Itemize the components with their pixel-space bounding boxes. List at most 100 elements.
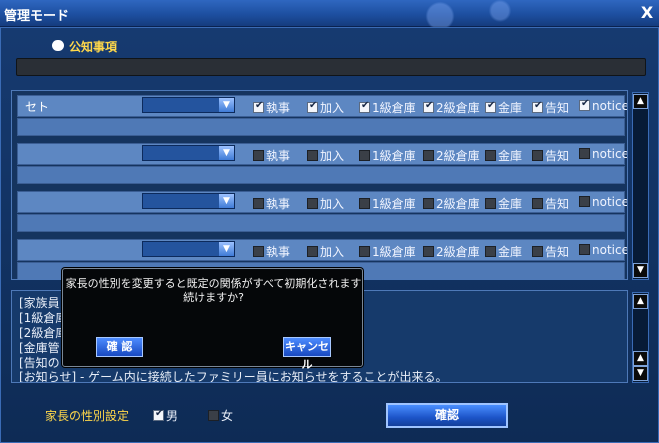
permission-checkbox[interactable]: [359, 198, 370, 209]
permission-option[interactable]: 告知: [532, 99, 569, 116]
permission-label: notice: [592, 195, 628, 209]
permission-option[interactable]: 1級倉庫: [359, 195, 416, 212]
permission-option[interactable]: 1級倉庫: [359, 243, 416, 260]
scroll-down-icon[interactable]: ▼: [633, 263, 648, 278]
permission-checkbox[interactable]: [307, 100, 318, 113]
member-row: ▼ 執事 加入 1級倉庫 2級倉庫 金庫 告知 notice: [17, 143, 627, 185]
permission-checkbox[interactable]: [579, 98, 590, 111]
permission-checkbox[interactable]: [485, 198, 496, 209]
permission-option[interactable]: notice: [579, 147, 627, 161]
male-checkbox[interactable]: [153, 408, 164, 421]
permission-option[interactable]: 金庫: [485, 147, 522, 164]
role-select[interactable]: ▼: [142, 145, 235, 161]
permission-option[interactable]: 2級倉庫: [423, 147, 480, 164]
member-row: ▼ 執事 加入 1級倉庫 2級倉庫 金庫 告知 notice: [17, 191, 628, 233]
permission-option[interactable]: 1級倉庫: [359, 99, 416, 116]
permission-option[interactable]: 執事: [253, 195, 290, 212]
permission-label: 金庫: [498, 101, 523, 115]
permission-label: notice: [592, 99, 628, 113]
permission-option[interactable]: notice: [579, 195, 628, 209]
permission-checkbox[interactable]: [485, 150, 496, 161]
permission-option[interactable]: 加入: [307, 147, 344, 164]
permission-checkbox[interactable]: [423, 100, 434, 113]
permission-checkbox[interactable]: [423, 246, 434, 257]
permission-label: 加入: [320, 149, 345, 163]
role-select[interactable]: ▼: [142, 97, 235, 113]
window-title: 管理モード: [4, 9, 70, 24]
permission-checkbox[interactable]: [307, 150, 318, 161]
permission-label: 金庫: [498, 197, 523, 211]
title-decoration: [360, 0, 560, 27]
permission-option[interactable]: 金庫: [485, 243, 522, 260]
permission-option[interactable]: 執事: [253, 243, 290, 260]
permission-checkbox[interactable]: [423, 198, 434, 209]
permission-option[interactable]: 加入: [307, 195, 344, 212]
chevron-down-icon[interactable]: ▼: [219, 146, 234, 160]
permission-option[interactable]: notice: [579, 98, 628, 113]
permission-checkbox[interactable]: [532, 198, 543, 209]
member-row-bottom: [17, 214, 625, 232]
close-button[interactable]: X: [637, 3, 657, 23]
scroll-up-icon[interactable]: ▲: [633, 94, 648, 109]
permission-label: 金庫: [498, 245, 523, 259]
permission-option[interactable]: 執事: [253, 99, 290, 116]
permission-checkbox[interactable]: [532, 246, 543, 257]
permission-option[interactable]: 2級倉庫: [423, 243, 480, 260]
permission-label: 執事: [266, 197, 291, 211]
permission-option[interactable]: 執事: [253, 147, 290, 164]
permission-checkbox[interactable]: [532, 100, 543, 113]
permission-checkbox[interactable]: [253, 100, 264, 113]
permission-scrollbar[interactable]: ▲ ▼: [632, 92, 649, 280]
permission-checkbox[interactable]: [359, 100, 370, 113]
permission-checkbox[interactable]: [359, 150, 370, 161]
notice-input[interactable]: [16, 58, 646, 76]
permission-option[interactable]: 告知: [532, 147, 569, 164]
permission-checkbox[interactable]: [532, 150, 543, 161]
permission-checkbox[interactable]: [253, 246, 264, 257]
scroll-down-icon[interactable]: ▲: [633, 351, 648, 366]
permission-label: 1級倉庫: [372, 197, 416, 211]
permission-option[interactable]: 加入: [307, 99, 344, 116]
dialog-cancel-button[interactable]: キャンセル: [283, 337, 331, 371]
chevron-down-icon[interactable]: ▼: [219, 242, 234, 256]
permission-label: 金庫: [498, 149, 523, 163]
member-row-bottom: [17, 166, 625, 184]
permission-label: notice: [592, 243, 628, 257]
role-select[interactable]: ▼: [142, 241, 235, 257]
permission-label: 1級倉庫: [372, 101, 416, 115]
chevron-down-icon[interactable]: ▼: [219, 98, 234, 112]
permission-checkbox[interactable]: [579, 148, 590, 159]
dialog-ok-button[interactable]: 確 認: [96, 337, 143, 357]
role-select[interactable]: ▼: [142, 193, 235, 209]
permission-checkbox[interactable]: [307, 246, 318, 257]
permission-option[interactable]: 告知: [532, 195, 569, 212]
permission-option[interactable]: 2級倉庫: [423, 195, 480, 212]
gender-female-option[interactable]: 女: [208, 407, 233, 424]
permission-checkbox[interactable]: [485, 100, 496, 113]
permission-checkbox[interactable]: [579, 244, 590, 255]
permission-checkbox[interactable]: [423, 150, 434, 161]
permission-label: 執事: [266, 245, 291, 259]
permission-option[interactable]: notice: [579, 243, 628, 257]
permission-checkbox[interactable]: [359, 246, 370, 257]
permission-label: 2級倉庫: [436, 101, 480, 115]
gender-male-option[interactable]: 男: [153, 407, 178, 424]
permission-option[interactable]: 告知: [532, 243, 569, 260]
permission-checkbox[interactable]: [307, 198, 318, 209]
permission-label: 2級倉庫: [436, 245, 480, 259]
female-checkbox[interactable]: [208, 410, 219, 421]
permission-option[interactable]: 金庫: [485, 195, 522, 212]
permission-checkbox[interactable]: [579, 196, 590, 207]
confirm-button[interactable]: 確認: [386, 403, 508, 428]
permission-option[interactable]: 1級倉庫: [359, 147, 416, 164]
scroll-up-icon[interactable]: ▲: [633, 294, 648, 309]
permission-checkbox[interactable]: [253, 198, 264, 209]
permission-option[interactable]: 加入: [307, 243, 344, 260]
permission-option[interactable]: 2級倉庫: [423, 99, 480, 116]
permission-checkbox[interactable]: [485, 246, 496, 257]
description-scrollbar[interactable]: ▲ ▲ ▼: [632, 292, 649, 383]
permission-option[interactable]: 金庫: [485, 99, 522, 116]
scroll-down-icon[interactable]: ▼: [633, 366, 648, 381]
chevron-down-icon[interactable]: ▼: [219, 194, 234, 208]
permission-checkbox[interactable]: [253, 150, 264, 161]
